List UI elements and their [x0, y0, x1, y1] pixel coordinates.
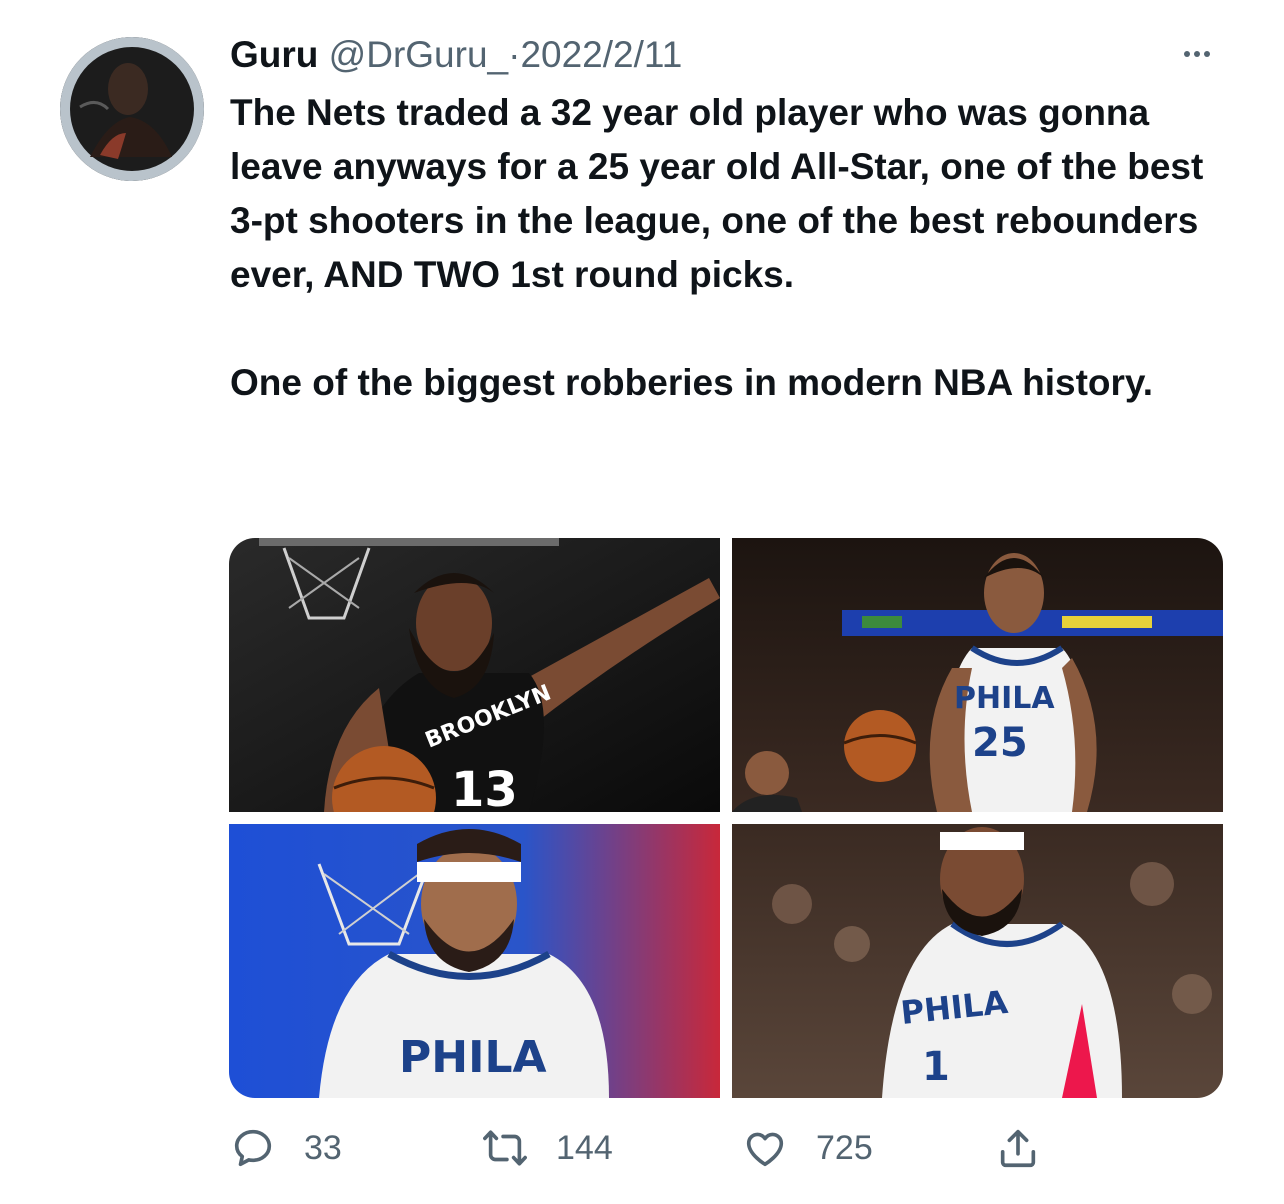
tweet-header: Guru @DrGuru_·2022/2/11 — [230, 33, 682, 77]
phila-1-jersey-number: 1 — [922, 1044, 950, 1090]
avatar[interactable] — [60, 37, 204, 181]
tweet-paragraph-2: One of the biggest robberies in modern N… — [230, 362, 1154, 403]
photo-phila-player-1[interactable]: PHILA 1 — [732, 824, 1223, 1098]
share-button[interactable] — [995, 1118, 1041, 1178]
reply-icon — [234, 1129, 272, 1167]
like-button[interactable]: 725 — [742, 1118, 873, 1178]
tweet-text: The Nets traded a 32 year old player who… — [230, 86, 1240, 410]
avatar-image — [60, 37, 204, 181]
reply-button[interactable]: 33 — [230, 1118, 342, 1178]
author-name[interactable]: Guru — [230, 34, 318, 75]
reply-count: 33 — [304, 1128, 342, 1167]
like-count: 725 — [816, 1128, 873, 1167]
author-handle[interactable]: @DrGuru_ — [329, 34, 508, 75]
separator-dot: · — [508, 34, 521, 75]
brooklyn-jersey-number: 13 — [451, 762, 518, 812]
tweet-actions: 33 144 725 — [230, 1118, 1230, 1178]
photo-phila-player-headband[interactable]: PHILA — [229, 824, 720, 1098]
more-dots-icon[interactable] — [1184, 44, 1228, 68]
media-grid: BROOKLYN 13 PHILA 25 PHILA PHILA 1 — [229, 538, 1223, 1098]
photo-brooklyn-player[interactable]: BROOKLYN 13 — [229, 538, 720, 812]
photo-phila-player-25[interactable]: PHILA 25 — [732, 538, 1223, 812]
tweet-paragraph-1: The Nets traded a 32 year old player who… — [230, 92, 1204, 295]
retweet-count: 144 — [556, 1128, 613, 1167]
phila-25-jersey-number: 25 — [972, 720, 1028, 766]
retweet-button[interactable]: 144 — [482, 1118, 613, 1178]
retweet-icon — [483, 1130, 527, 1166]
heart-icon — [746, 1132, 784, 1167]
share-icon — [1000, 1129, 1036, 1168]
tweet-date[interactable]: 2022/2/11 — [520, 34, 682, 75]
phila-headband-jersey-text: PHILA — [399, 1032, 547, 1083]
phila-25-jersey-text: PHILA — [954, 681, 1055, 716]
